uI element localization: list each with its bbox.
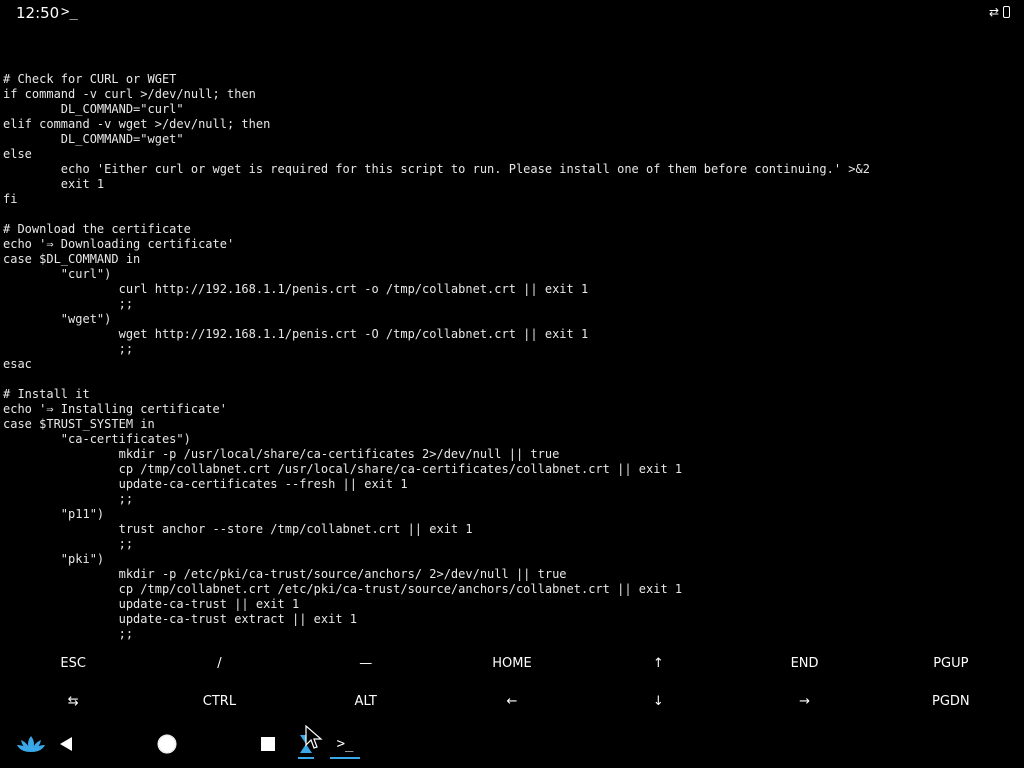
terminal-line: ;;: [3, 342, 134, 356]
terminal-lines: # Check for CURL or WGET if command -v cu…: [3, 72, 1021, 644]
terminal-line: ;;: [3, 627, 134, 641]
app-b-indicator: [330, 757, 360, 759]
terminal-line: # Download the certificate: [3, 222, 191, 236]
terminal-line: echo '⇒ Installing certificate': [3, 402, 227, 416]
extra-keys-bar: ESC / — HOME ↑ END PGUP ⇆ CTRL ALT ← ↓ → PGDN: [0, 644, 1024, 720]
terminal-line: elif command -v wget >/dev/null; then: [3, 117, 271, 131]
navigation-bar: >_: [0, 720, 1024, 768]
terminal-line: update-ca-certificates --fresh || exit 1: [3, 477, 408, 491]
terminal-line: mkdir -p /usr/local/share/ca-certificate…: [3, 447, 560, 461]
terminal-line: curl http://192.168.1.1/penis.crt -o /tm…: [3, 282, 589, 296]
extra-key-row1-0[interactable]: ESC: [0, 644, 146, 682]
terminal-app-icon[interactable]: >_: [330, 730, 360, 758]
swap-icon: ⇄: [988, 5, 999, 19]
terminal-line: else: [3, 147, 32, 161]
app-a-indicator: [298, 757, 314, 759]
nav-terminal-glyph: >_: [336, 736, 354, 752]
terminal-line: "ca-certificates"): [3, 432, 191, 446]
extra-key-row1-4[interactable]: ↑: [585, 644, 731, 682]
extra-key-row1-6[interactable]: PGUP: [878, 644, 1024, 682]
terminal-line: update-ca-trust extract || exit 1: [3, 612, 358, 626]
terminal-line: if command -v curl >/dev/null; then: [3, 87, 256, 101]
terminal-line: wget http://192.168.1.1/penis.crt -O /tm…: [3, 327, 589, 341]
extra-key-row2-1[interactable]: CTRL: [146, 682, 292, 720]
extra-key-row2-4[interactable]: ↓: [585, 682, 731, 720]
terminal-line: # Install it: [3, 387, 90, 401]
terminal-line: ;;: [3, 492, 134, 506]
terminal-line: fi: [3, 192, 18, 206]
extra-key-row2-2[interactable]: ALT: [293, 682, 439, 720]
extra-keys-row-1: ESC / — HOME ↑ END PGUP: [0, 644, 1024, 682]
terminal-line: cp /tmp/collabnet.crt /usr/local/share/c…: [3, 462, 683, 476]
terminal-line: case $DL_COMMAND in: [3, 252, 141, 266]
extra-key-row2-5[interactable]: →: [731, 682, 877, 720]
terminal-line: cp /tmp/collabnet.crt /etc/pki/ca-trust/…: [3, 582, 683, 596]
back-icon[interactable]: [54, 730, 78, 758]
terminal-line: trust anchor --store /tmp/collabnet.crt …: [3, 522, 473, 536]
extra-key-row2-6[interactable]: PGDN: [878, 682, 1024, 720]
terminal-line: echo '⇒ Downloading certificate': [3, 237, 235, 251]
terminal-line: mkdir -p /etc/pki/ca-trust/source/anchor…: [3, 567, 567, 581]
extra-keys-row-2: ⇆ CTRL ALT ← ↓ → PGDN: [0, 682, 1024, 720]
terminal-line: echo 'Either curl or wget is required fo…: [3, 162, 870, 176]
status-icons: ⇄: [989, 5, 1010, 19]
extra-key-row1-5[interactable]: END: [731, 644, 877, 682]
mouse-pointer-icon: [305, 725, 323, 749]
extra-key-row2-3[interactable]: ←: [439, 682, 585, 720]
terminal-line: "curl"): [3, 267, 112, 281]
terminal-line: # Check for CURL or WGET: [3, 72, 177, 86]
extra-key-row1-2[interactable]: —: [293, 644, 439, 682]
terminal-line: esac: [3, 357, 32, 371]
terminal-line: "wget"): [3, 312, 112, 326]
terminal-icon: >_: [61, 4, 78, 20]
extra-key-row2-0[interactable]: ⇆: [0, 682, 146, 720]
home-icon[interactable]: [154, 730, 180, 758]
terminal-line: case $TRUST_SYSTEM in: [3, 417, 155, 431]
terminal-line: "pki"): [3, 552, 105, 566]
status-time: 12:50: [16, 4, 60, 22]
lotus-icon[interactable]: [14, 730, 48, 758]
status-bar: 12:50 >_ ⇄: [0, 0, 1024, 26]
terminal-line: DL_COMMAND="wget": [3, 132, 184, 146]
extra-key-row1-1[interactable]: /: [146, 644, 292, 682]
terminal-line: exit 1: [3, 177, 105, 191]
extra-key-row1-3[interactable]: HOME: [439, 644, 585, 682]
terminal-line: ;;: [3, 297, 134, 311]
battery-icon: [1003, 6, 1010, 18]
terminal-line: update-ca-trust || exit 1: [3, 597, 300, 611]
recents-icon[interactable]: [255, 730, 281, 758]
terminal-output[interactable]: # Check for CURL or WGET if command -v cu…: [3, 42, 1021, 644]
terminal-line: DL_COMMAND="curl": [3, 102, 184, 116]
terminal-line: ;;: [3, 537, 134, 551]
terminal-line: "p11"): [3, 507, 105, 521]
